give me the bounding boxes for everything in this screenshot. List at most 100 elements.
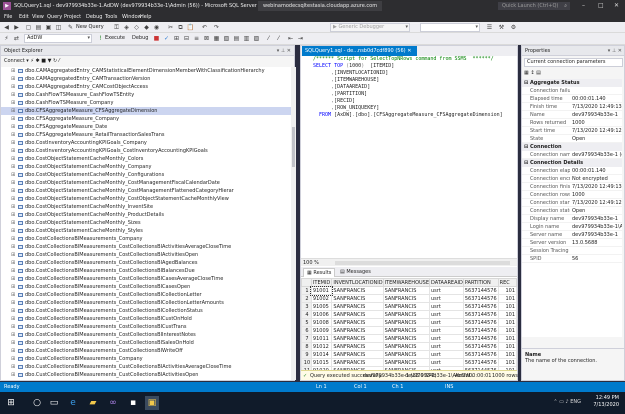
tree-item[interactable]: ⊞ dbo.CostCollectionsBIMeasurements_CostC… — [1, 291, 291, 299]
property-row[interactable]: Connection failure — [522, 87, 622, 95]
tab-messages[interactable]: ▤ Messages — [337, 268, 374, 277]
expand-icon[interactable]: ⊞ — [11, 203, 15, 211]
find-combo[interactable]: ▾ — [420, 23, 480, 32]
tree-item[interactable]: ⊞ dbo.CostCollectionsBIMeasurements_CostC… — [1, 347, 291, 355]
tree-item[interactable]: ⊞ dbo.CustCollectionsBIMeasurements_Compa… — [1, 355, 291, 363]
solution-explorer-icon[interactable]: ☰ — [485, 23, 494, 32]
table-cell[interactable]: 91009 — [310, 326, 333, 335]
menu-item[interactable]: Query — [47, 14, 62, 20]
property-row[interactable]: Display name dev979934b33e-1 — [522, 215, 622, 223]
tree-item[interactable]: ⊞ dbo.CostObjectStatementCacheMonthly_Cos… — [1, 179, 291, 187]
undo-icon[interactable]: ↶ — [200, 23, 209, 32]
tree-item[interactable]: ⊞ dbo.CostObjectStatementCacheMonthly_Con… — [1, 171, 291, 179]
table-row[interactable]: 8 91012 SANFRANCIS SANFRANCIS usrt 5637144576… — [301, 342, 517, 351]
table-cell[interactable]: SANFRANCIS — [331, 286, 384, 295]
property-row[interactable]: Connection namedev979934b33e-1 (dev9 — [522, 151, 622, 159]
expand-icon[interactable]: ⊞ — [11, 291, 15, 299]
menu-item[interactable]: Window — [122, 14, 142, 20]
table-cell[interactable]: usrt — [429, 326, 464, 335]
tree-item[interactable]: ⊞ dbo.CostCollectionsBIMeasurements_Compa… — [1, 235, 291, 243]
tree-item[interactable]: ⊞ dbo.CashFlowTSMeasure_Company — [1, 99, 291, 107]
table-cell[interactable]: SANFRANCIS — [331, 350, 384, 359]
expand-icon[interactable]: ⊞ — [11, 243, 15, 251]
tree-item[interactable]: ⊞ dbo.CAMAggregatedEntry_CAMTransactionVe… — [1, 75, 291, 83]
xmla-icon[interactable]: ◆ — [142, 23, 151, 32]
table-cell[interactable]: SANFRANCIS — [331, 302, 384, 311]
table-cell[interactable]: 6 — [301, 326, 312, 335]
zoom-level[interactable]: 100 % — [303, 260, 319, 266]
tree-item[interactable]: ⊞ dbo.CostObjectStatementCacheMonthly_Com… — [1, 163, 291, 171]
table-cell[interactable]: SANFRANCIS — [331, 318, 384, 327]
tree-item[interactable]: ⊞ dbo.CostObjectStatementCacheMonthly_Sty… — [1, 227, 291, 235]
table-cell[interactable]: 5 — [301, 318, 312, 327]
search-icon[interactable]: ○ — [30, 396, 44, 410]
table-cell[interactable]: 91015 — [310, 358, 333, 367]
property-row[interactable]: Name dev979934b33e-1 — [522, 111, 622, 119]
comment-icon[interactable]: ⁄ — [264, 34, 273, 43]
tree-item[interactable]: ⊞ dbo.CostCollectionsBIMeasurements_CostC… — [1, 283, 291, 291]
tree-item[interactable]: ⊞ dbo.CostObjectStatementCacheMonthly_Col… — [1, 155, 291, 163]
table-cell[interactable]: 101 — [497, 334, 517, 343]
table-cell[interactable]: usrt — [429, 334, 464, 343]
increase-indent-icon[interactable]: ⇥ — [296, 34, 305, 43]
menu-item[interactable]: View — [32, 14, 44, 20]
property-row[interactable]: Session Tracing ID — [522, 247, 622, 255]
column-header[interactable]: ITEMID — [310, 278, 333, 287]
properties-object-select[interactable]: Current connection parameters — [524, 58, 623, 67]
property-row[interactable]: SPID 56 — [522, 255, 622, 263]
alphabetical-icon[interactable]: ↕ — [530, 70, 534, 76]
close-button[interactable]: ✕ — [614, 2, 619, 9]
table-cell[interactable]: 9 — [301, 350, 312, 359]
ssms-taskbar-icon[interactable]: ▣ — [145, 396, 159, 410]
tab-results[interactable]: ▦ Results — [303, 268, 336, 277]
column-header[interactable] — [301, 278, 312, 287]
table-cell[interactable]: 91005 — [310, 302, 333, 311]
expand-icon[interactable]: ⊞ — [11, 171, 15, 179]
table-cell[interactable]: 2 — [301, 294, 312, 303]
save-icon[interactable]: ▣ — [44, 23, 53, 32]
debug-button[interactable]: Debug — [132, 35, 148, 41]
tree-item[interactable]: ⊞ dbo.CostObjectStatementCacheMonthly_Pro… — [1, 211, 291, 219]
table-cell[interactable]: SANFRANCIS — [382, 342, 431, 351]
expand-icon[interactable]: ⊞ — [11, 283, 15, 291]
table-cell[interactable]: SANFRANCIS — [331, 342, 384, 351]
expand-icon[interactable]: ⊞ — [11, 259, 15, 267]
decrease-indent-icon[interactable]: ⇤ — [286, 34, 295, 43]
table-cell[interactable]: 5637144576 — [462, 326, 499, 335]
column-header[interactable]: REC — [497, 278, 517, 287]
table-cell[interactable]: 101 — [497, 342, 517, 351]
intellisense-icon[interactable]: ≡ — [192, 34, 201, 43]
property-row[interactable]: Connection finish t7/13/2020 12:49:13 PM — [522, 183, 622, 191]
property-pages-icon[interactable]: ▤ — [536, 70, 541, 76]
expand-icon[interactable]: ⊞ — [11, 75, 15, 83]
tree-item[interactable]: ⊞ dbo.CostObjectStatementCacheMonthly_Cos… — [1, 195, 291, 203]
edge-icon[interactable]: e — [66, 396, 80, 410]
expand-icon[interactable]: ⊞ — [11, 275, 15, 283]
expand-icon[interactable]: ⊞ — [11, 123, 15, 131]
expand-icon[interactable]: ⊞ — [11, 363, 15, 371]
property-row[interactable]: Finish time 7/13/2020 12:49:13 PM — [522, 103, 622, 111]
stop-icon[interactable]: ■ — [152, 34, 161, 43]
property-category[interactable]: ⊟ Connection — [522, 143, 622, 151]
menu-item[interactable]: Edit — [19, 14, 29, 20]
expand-icon[interactable]: ⊞ — [11, 219, 15, 227]
tree-item[interactable]: ⊞ dbo.CostObjectStatementCacheMonthly_Inv… — [1, 203, 291, 211]
property-row[interactable]: Rows returned 1000 — [522, 119, 622, 127]
expand-icon[interactable]: ⊞ — [11, 299, 15, 307]
table-row[interactable]: 5 91008 SANFRANCIS SANFRANCIS usrt 5637144576… — [301, 318, 517, 327]
tree-item[interactable]: ⊞ dbo.CostCollectionsBIMeasurements_CostC… — [1, 315, 291, 323]
tree-item[interactable]: ⊞ dbo.CostCollectionsBIMeasurements_CostC… — [1, 323, 291, 331]
tree-item[interactable]: ⊞ dbo.CostCollectionsBIMeasurements_CostC… — [1, 307, 291, 315]
table-cell[interactable]: usrt — [429, 318, 464, 327]
expand-icon[interactable]: ⊞ — [11, 179, 15, 187]
property-row[interactable]: Start time 7/13/2020 12:49:12 PM — [522, 127, 622, 135]
pin-icon[interactable]: ▾ ⊥ ✕ — [277, 46, 291, 56]
table-cell[interactable]: SANFRANCIS — [382, 302, 431, 311]
table-row[interactable]: 6 91009 SANFRANCIS SANFRANCIS usrt 5637144576… — [301, 326, 517, 335]
property-row[interactable]: State Open — [522, 135, 622, 143]
expand-icon[interactable]: ⊞ — [11, 83, 15, 91]
table-cell[interactable]: 101 — [497, 358, 517, 367]
language-indicator[interactable]: ENG — [570, 399, 581, 405]
pin-icon[interactable]: ▾ ⊥ ✕ — [608, 46, 622, 56]
table-cell[interactable]: usrt — [429, 302, 464, 311]
